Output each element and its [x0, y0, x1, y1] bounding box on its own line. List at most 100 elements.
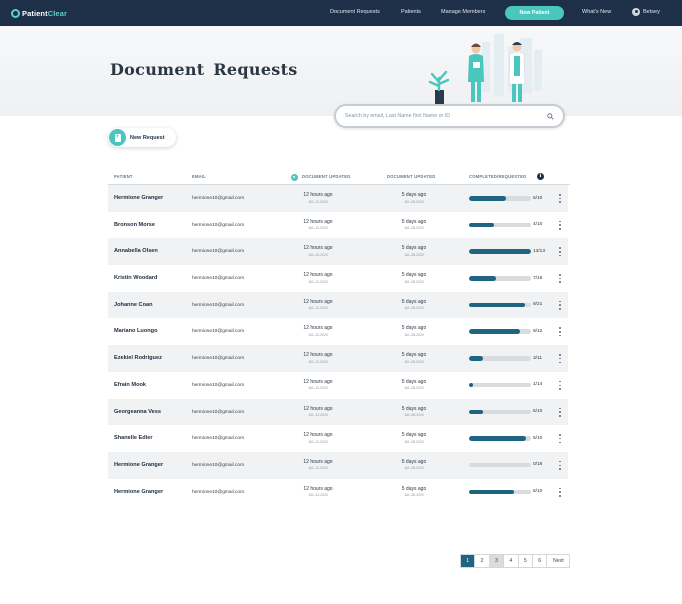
- progress-fill: [469, 196, 507, 201]
- patient-name[interactable]: Hermione Granger: [114, 489, 163, 495]
- search-input[interactable]: [345, 110, 541, 122]
- document-updated-cell: 5 days ago JUL-08-2020: [384, 379, 444, 391]
- page-1-button[interactable]: 1: [461, 555, 476, 567]
- page-4-button[interactable]: 4: [504, 555, 519, 567]
- table-body: Hermione Granger hermione10@gmail.com 12 h…: [108, 185, 568, 505]
- table-row[interactable]: Mariano Luongo hermione10@gmail.com 12 hou…: [108, 318, 568, 345]
- header-email[interactable]: EMAIL: [192, 174, 206, 179]
- page-5-button[interactable]: 5: [519, 555, 533, 567]
- relative-time: 5 days ago: [401, 325, 427, 332]
- hero-banner: [0, 26, 682, 116]
- table-row[interactable]: Ezekiel Rodriguez hermione10@gmail.com 12 …: [108, 345, 568, 372]
- user-avatar-icon: [632, 8, 640, 16]
- nav-manage-members[interactable]: Manage Members: [441, 9, 485, 15]
- patient-name[interactable]: Mariano Luongo: [114, 328, 158, 334]
- table-row[interactable]: Bronson Morse hermione10@gmail.com 12 hour…: [108, 212, 568, 239]
- relative-time: 12 hours ago: [303, 458, 333, 465]
- relative-time: 12 hours ago: [303, 485, 333, 492]
- completed-count: 1/14: [533, 382, 543, 388]
- document-updated-cell: 12 hours ago JUL-12-2020: [288, 245, 348, 257]
- header-patient[interactable]: PATIENT: [114, 174, 133, 179]
- progress-bar: [469, 409, 531, 414]
- table-row[interactable]: Shanelle Edler hermione10@gmail.com 12 hou…: [108, 425, 568, 452]
- table-row[interactable]: Johanne Coan hermione10@gmail.com 12 hours…: [108, 291, 568, 319]
- table-row[interactable]: Hermione Granger hermione10@gmail.com 12 h…: [108, 479, 568, 506]
- patient-email: hermione10@gmail.com: [192, 409, 245, 415]
- more-options-icon[interactable]: [558, 434, 562, 444]
- header-completed-requested[interactable]: COMPLETED/REQUESTED: [469, 174, 526, 179]
- date: JUL-12-2020: [308, 199, 328, 204]
- next-page-button[interactable]: Next: [547, 555, 569, 567]
- completed-count: 6/10: [533, 435, 543, 441]
- more-options-icon[interactable]: [558, 194, 562, 203]
- more-options-icon[interactable]: [558, 407, 562, 417]
- table-row[interactable]: Annabella Olsen hermione10@gmail.com 12 ho…: [108, 238, 568, 266]
- table-row[interactable]: Hermione Granger hermione10@gmail.com 12 h…: [108, 451, 568, 479]
- date: JUL-08-2020: [404, 439, 424, 444]
- patient-name[interactable]: Shanelle Edler: [114, 435, 153, 441]
- page-2-button[interactable]: 2: [475, 555, 490, 567]
- completed-count: 7/16: [533, 275, 543, 281]
- patient-name[interactable]: Johanne Coan: [114, 302, 153, 308]
- patient-name[interactable]: Bronson Morse: [114, 222, 155, 228]
- header-document-updated-1[interactable]: DOCUMENT UPDATED: [302, 174, 351, 179]
- relative-time: 12 hours ago: [303, 432, 333, 439]
- new-patient-button[interactable]: New Patient: [505, 6, 564, 20]
- info-icon[interactable]: i: [537, 173, 544, 180]
- nav-whats-new[interactable]: What's New: [582, 9, 611, 15]
- table-row[interactable]: Kristin Woodard hermione10@gmail.com 12 ho…: [108, 265, 568, 292]
- date: JUL-08-2020: [404, 493, 424, 498]
- completed-count: 3/11: [533, 355, 542, 361]
- relative-time: 12 hours ago: [303, 405, 333, 412]
- document-updated-cell: 5 days ago JUL-08-2020: [384, 272, 444, 284]
- page-6-button[interactable]: 6: [533, 555, 548, 567]
- patient-email: hermione10@gmail.com: [192, 329, 245, 335]
- patient-name[interactable]: Hermione Granger: [114, 462, 163, 468]
- patient-name[interactable]: Hermione Granger: [114, 195, 163, 201]
- patient-name[interactable]: Annabella Olsen: [114, 248, 158, 254]
- more-options-icon[interactable]: [558, 327, 562, 337]
- date: JUL-08-2020: [404, 386, 424, 391]
- user-menu[interactable]: Betsey: [632, 8, 660, 16]
- date: JUL-08-2020: [404, 306, 424, 311]
- patient-email: hermione10@gmail.com: [192, 222, 245, 228]
- relative-time: 5 days ago: [401, 378, 427, 385]
- patient-name[interactable]: Ezekiel Rodriguez: [114, 355, 162, 361]
- more-options-icon[interactable]: [558, 460, 562, 470]
- document-updated-cell: 5 days ago JUL-08-2020: [384, 352, 444, 364]
- relative-time: 12 hours ago: [303, 378, 333, 385]
- logo[interactable]: PatientClear: [11, 7, 67, 19]
- relative-time: 12 hours ago: [303, 245, 333, 252]
- table-row[interactable]: Georgeanna Vess hermione10@gmail.com 12 ho…: [108, 398, 568, 426]
- document-updated-cell: 5 days ago JUL-08-2020: [384, 192, 444, 204]
- more-options-icon[interactable]: [558, 247, 562, 257]
- more-options-icon[interactable]: [558, 380, 562, 390]
- page-3-button[interactable]: 3: [489, 555, 505, 567]
- document-updated-cell: 12 hours ago JUL-12-2020: [288, 459, 348, 471]
- progress-bar: [469, 302, 531, 308]
- more-options-icon[interactable]: [558, 354, 562, 364]
- more-options-icon[interactable]: [558, 487, 562, 497]
- patient-name[interactable]: Georgeanna Vess: [114, 409, 161, 415]
- document-updated-cell: 12 hours ago JUL-12-2020: [288, 192, 348, 204]
- progress-fill: [469, 356, 483, 361]
- progress-fill: [469, 489, 515, 495]
- new-request-button[interactable]: New Request: [108, 128, 176, 147]
- table-row[interactable]: Hermione Granger hermione10@gmail.com 12 h…: [108, 185, 568, 212]
- nav-patients[interactable]: Patients: [401, 9, 421, 15]
- header-document-updated-2[interactable]: DOCUMENT UPDATED: [387, 174, 436, 179]
- relative-time: 5 days ago: [401, 485, 427, 492]
- date: JUL-08-2020: [404, 359, 424, 364]
- patient-name[interactable]: Kristin Woodard: [114, 275, 157, 281]
- progress-fill: [469, 276, 497, 281]
- search-icon[interactable]: [547, 113, 554, 120]
- more-options-icon[interactable]: [558, 274, 562, 284]
- table-row[interactable]: Efrain Mook hermione10@gmail.com 12 hours …: [108, 372, 568, 399]
- more-options-icon[interactable]: [558, 220, 562, 230]
- relative-time: 5 days ago: [401, 298, 427, 305]
- patient-name[interactable]: Efrain Mook: [114, 382, 146, 388]
- nav-document-requests[interactable]: Document Requests: [330, 9, 380, 15]
- progress-bar: [469, 356, 531, 361]
- sort-descending-icon[interactable]: [291, 174, 298, 181]
- more-options-icon[interactable]: [558, 300, 562, 310]
